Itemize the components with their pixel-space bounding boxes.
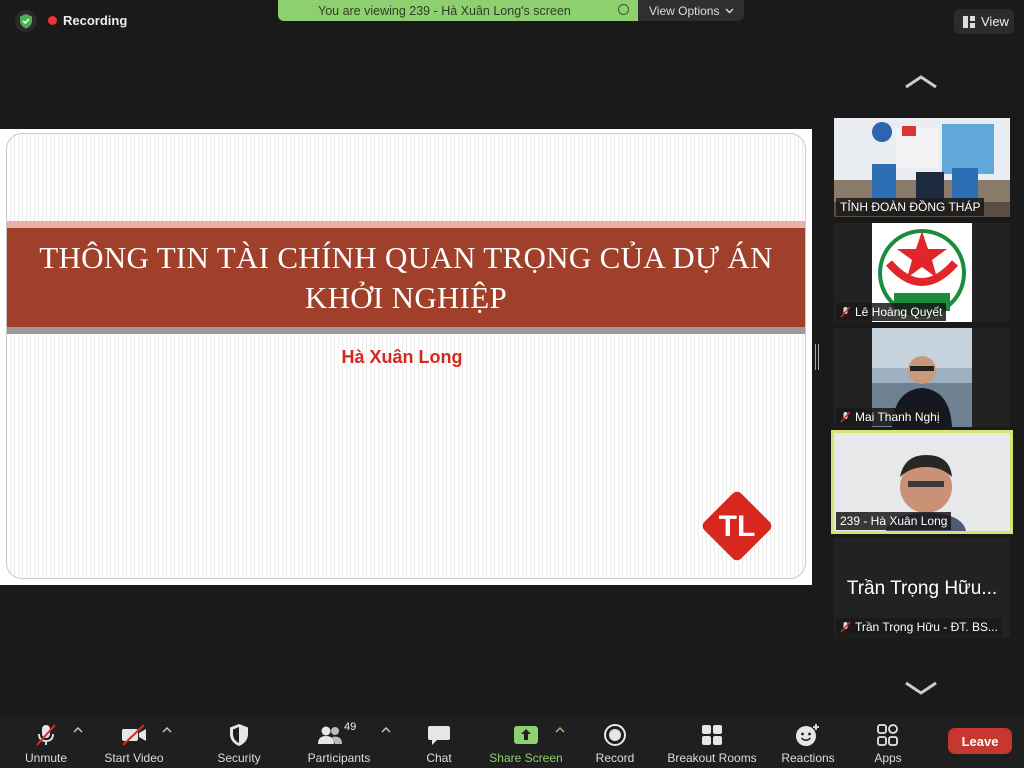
apps-button[interactable]: Apps bbox=[866, 716, 910, 768]
chat-button[interactable]: Chat bbox=[418, 716, 460, 768]
share-screen-label: Share Screen bbox=[489, 751, 563, 765]
participant-name: Trần Trọng Hữu - ĐT. BS... bbox=[855, 620, 998, 634]
unmute-button[interactable]: Unmute bbox=[22, 716, 70, 768]
participant-name: Lê Hoàng Quyết bbox=[855, 305, 943, 319]
share-screen-button[interactable]: Share Screen bbox=[484, 716, 568, 768]
participant-tile[interactable]: Lê Hoàng Quyết bbox=[834, 223, 1010, 322]
slide-bottom-band bbox=[7, 327, 805, 334]
video-options-caret-icon[interactable] bbox=[162, 726, 172, 734]
video-off-icon bbox=[122, 724, 146, 746]
participants-icon bbox=[318, 726, 342, 744]
slide-title-line-1: THÔNG TIN TÀI CHÍNH QUAN TRỌNG CỦA DỰ ÁN bbox=[39, 239, 773, 275]
viewing-banner-text: You are viewing 239 - Hà Xuân Long's scr… bbox=[318, 3, 571, 18]
scroll-down-icon[interactable] bbox=[902, 678, 940, 698]
shield-icon bbox=[230, 724, 248, 746]
record-icon bbox=[604, 724, 626, 746]
participant-tile[interactable]: Trần Trọng Hữu... Trần Trọng Hữu - ĐT. B… bbox=[834, 538, 1010, 637]
record-button[interactable]: Record bbox=[590, 716, 640, 768]
meeting-toolbar: Unmute Start Video Security 49 Participa… bbox=[0, 716, 1024, 768]
slide-title-line-2: KHỞI NGHIỆP bbox=[304, 279, 508, 315]
participant-display-name: Trần Trọng Hữu... bbox=[846, 578, 998, 599]
slide-title-band: THÔNG TIN TÀI CHÍNH QUAN TRỌNG CỦA DỰ ÁN… bbox=[7, 228, 805, 327]
apps-label: Apps bbox=[874, 751, 902, 765]
participants-options-caret-icon[interactable] bbox=[381, 726, 391, 734]
participant-name: TỈNH ĐOÀN ĐỒNG THÁP bbox=[840, 200, 981, 214]
reactions-button[interactable]: Reactions bbox=[778, 716, 838, 768]
share-options-caret-icon[interactable] bbox=[555, 726, 565, 734]
security-label: Security bbox=[217, 751, 261, 765]
apps-icon bbox=[877, 724, 898, 746]
chat-icon bbox=[428, 726, 450, 745]
slide-title: THÔNG TIN TÀI CHÍNH QUAN TRỌNG CỦA DỰ ÁN… bbox=[36, 238, 776, 318]
active-speaker-tile[interactable]: 239 - Hà Xuân Long bbox=[831, 430, 1013, 534]
record-dot-icon bbox=[48, 15, 57, 25]
grid-view-icon bbox=[963, 15, 975, 28]
participant-name-tag: 239 - Hà Xuân Long bbox=[836, 512, 952, 530]
view-button[interactable]: View bbox=[954, 9, 1014, 34]
shared-screen: THÔNG TIN TÀI CHÍNH QUAN TRỌNG CỦA DỰ ÁN… bbox=[0, 129, 812, 585]
mic-off-icon bbox=[840, 306, 851, 318]
participant-name-tag: Mai Thanh Nghị bbox=[836, 408, 944, 426]
security-shield-icon[interactable] bbox=[15, 10, 37, 32]
chevron-down-icon bbox=[725, 8, 734, 13]
view-label: View bbox=[981, 14, 1009, 29]
viewing-banner: You are viewing 239 - Hà Xuân Long's scr… bbox=[278, 0, 638, 21]
stop-viewing-icon[interactable] bbox=[618, 4, 629, 15]
participant-name: 239 - Hà Xuân Long bbox=[840, 514, 948, 528]
slide-presenter-name: Hà Xuân Long bbox=[341, 347, 463, 367]
reactions-label: Reactions bbox=[781, 751, 835, 765]
logo-text: TL bbox=[719, 510, 756, 543]
participant-name-tag: TỈNH ĐOÀN ĐỒNG THÁP bbox=[836, 198, 985, 216]
unmute-label: Unmute bbox=[24, 751, 68, 765]
tl-logo: TL bbox=[702, 491, 772, 561]
security-button[interactable]: Security bbox=[210, 716, 268, 768]
participants-count: 49 bbox=[344, 721, 357, 733]
recording-indicator[interactable]: Recording bbox=[48, 8, 127, 32]
mic-off-icon bbox=[840, 411, 851, 423]
scroll-up-icon[interactable] bbox=[902, 72, 940, 92]
view-options-button[interactable]: View Options bbox=[638, 0, 744, 21]
slide-frame: THÔNG TIN TÀI CHÍNH QUAN TRỌNG CỦA DỰ ÁN… bbox=[6, 133, 806, 579]
participant-tile[interactable]: Mai Thanh Nghị bbox=[834, 328, 1010, 427]
participants-label: Participants bbox=[307, 751, 371, 765]
record-label: Record bbox=[595, 751, 635, 765]
leave-button[interactable]: Leave bbox=[948, 728, 1012, 754]
reactions-icon bbox=[796, 724, 819, 746]
breakout-rooms-button[interactable]: Breakout Rooms bbox=[664, 716, 760, 768]
participant-name-tag: Lê Hoàng Quyết bbox=[836, 303, 947, 321]
mic-off-icon bbox=[840, 621, 851, 633]
recording-label: Recording bbox=[63, 12, 128, 28]
chat-label: Chat bbox=[426, 751, 452, 765]
audio-options-caret-icon[interactable] bbox=[73, 726, 83, 734]
mic-muted-icon bbox=[36, 724, 56, 746]
participant-name-tag: Trần Trọng Hữu - ĐT. BS... bbox=[836, 618, 1002, 636]
breakout-rooms-label: Breakout Rooms bbox=[667, 751, 757, 765]
share-screen-icon bbox=[514, 726, 538, 744]
start-video-button[interactable]: Start Video bbox=[100, 716, 168, 768]
participant-name: Mai Thanh Nghị bbox=[855, 410, 940, 424]
breakout-rooms-icon bbox=[702, 725, 722, 745]
slide-top-band bbox=[7, 221, 805, 228]
resize-handle[interactable] bbox=[815, 344, 819, 370]
participants-button[interactable]: 49 Participants bbox=[300, 716, 378, 768]
view-options-label: View Options bbox=[649, 3, 720, 18]
start-video-label: Start Video bbox=[104, 751, 164, 765]
participant-tile[interactable]: TỈNH ĐOÀN ĐỒNG THÁP bbox=[834, 118, 1010, 217]
